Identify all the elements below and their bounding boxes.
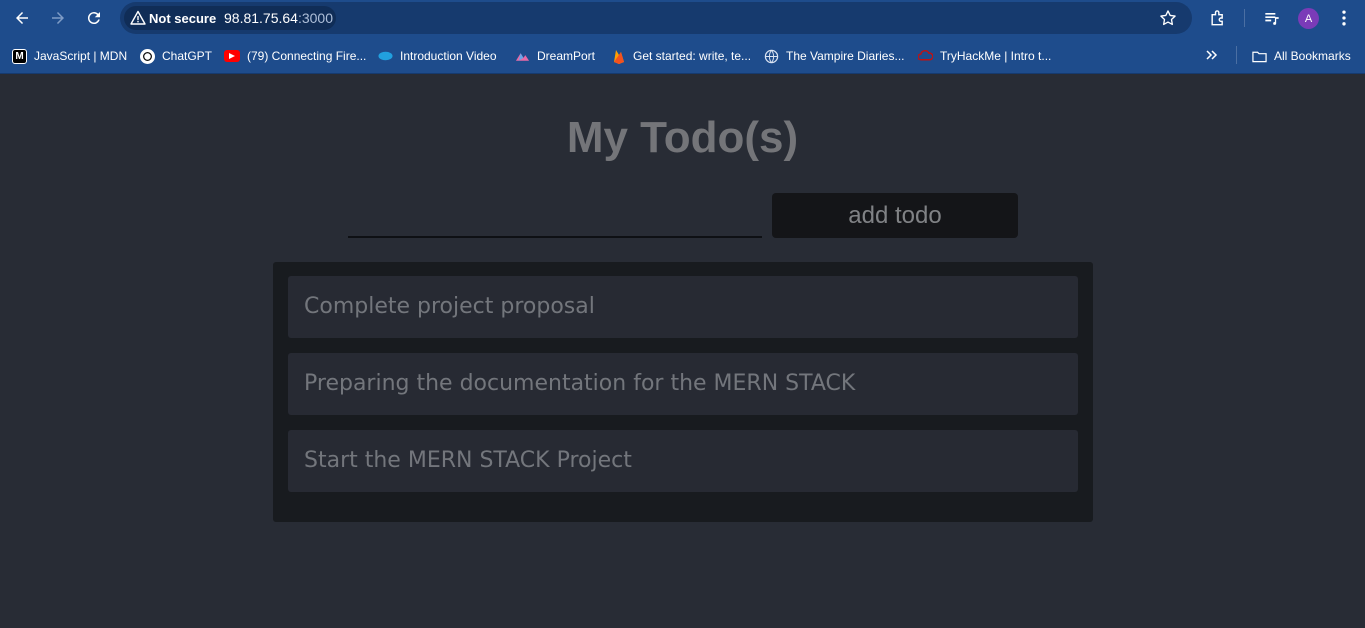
bookmark-label: ChatGPT [162, 49, 213, 63]
bookmark-label: Introduction Video [400, 49, 497, 63]
todo-item[interactable]: Start the MERN STACK Project [288, 430, 1078, 492]
address-bar[interactable]: Not secure 98.81.75.64:3000 [120, 2, 1192, 34]
bookmark-item[interactable]: Introduction Video [378, 47, 497, 65]
tryhackme-icon [918, 49, 933, 64]
forward-button[interactable] [46, 6, 70, 30]
reload-icon [87, 12, 100, 25]
todo-app: My Todo(s) add todo Complete project pro… [0, 75, 1365, 628]
bookmark-item[interactable]: M JavaScript | MDN [12, 47, 127, 65]
browser-toolbar: Not secure 98.81.75.64:3000 A [0, 0, 1365, 36]
forward-arrow-icon [52, 12, 64, 24]
bookmark-item[interactable]: ChatGPT [140, 47, 212, 65]
youtube-icon [224, 50, 240, 62]
todo-item[interactable]: Complete project proposal [288, 276, 1078, 338]
all-bookmarks-button[interactable]: All Bookmarks [1252, 47, 1351, 65]
all-bookmarks-label: All Bookmarks [1274, 49, 1351, 63]
bookmarks-bar: M JavaScript | MDN ChatGPT (79) Connecti… [0, 36, 1365, 74]
bookmarks-separator [1236, 46, 1237, 64]
security-label: Not secure [149, 11, 217, 26]
mdn-icon: M [12, 48, 27, 64]
bookmark-item[interactable]: TryHackMe | Intro t... [918, 47, 1051, 65]
back-button[interactable] [10, 6, 34, 30]
todo-list: Complete project proposal Preparing the … [273, 262, 1093, 522]
bookmark-label: JavaScript | MDN [34, 49, 128, 63]
bookmark-label: (79) Connecting Fire... [247, 49, 367, 63]
todo-item[interactable]: Preparing the documentation for the MERN… [288, 353, 1078, 415]
bookmark-item[interactable]: (79) Connecting Fire... [224, 47, 366, 65]
bookmark-star-icon[interactable] [1158, 8, 1178, 28]
reading-list-icon[interactable] [1262, 8, 1282, 28]
menu-kebab-icon[interactable] [1334, 8, 1354, 28]
bookmark-label: TryHackMe | Intro t... [940, 49, 1052, 63]
bookmark-item[interactable]: Get started: write, te... [611, 47, 751, 65]
dreamport-icon [515, 49, 530, 64]
todo-text: Start the MERN STACK Project [304, 448, 632, 473]
todo-text: Preparing the documentation for the MERN… [304, 371, 856, 396]
back-arrow-icon [16, 12, 28, 24]
bookmark-item[interactable]: DreamPort [515, 47, 595, 65]
url-host: 98.81.75.64 [224, 10, 298, 26]
globe-icon [764, 49, 779, 64]
add-todo-button[interactable]: add todo [772, 193, 1018, 238]
chatgpt-icon [140, 48, 155, 64]
bookmark-item[interactable]: The Vampire Diaries... [764, 47, 904, 65]
todo-text: Complete project proposal [304, 294, 595, 319]
salesforce-icon [378, 49, 393, 64]
reload-button[interactable] [82, 6, 106, 30]
bookmark-label: DreamPort [537, 49, 596, 63]
firebase-icon [611, 49, 626, 64]
more-bookmarks-icon[interactable] [1204, 47, 1220, 63]
url-text[interactable]: 98.81.75.64:3000 [224, 10, 333, 26]
bookmark-label: Get started: write, te... [633, 49, 752, 63]
toolbar-separator [1244, 9, 1245, 27]
url-port: :3000 [297, 10, 334, 26]
bookmark-label: The Vampire Diaries... [786, 49, 905, 63]
warning-icon [130, 10, 146, 25]
profile-avatar[interactable]: A [1298, 8, 1319, 29]
todo-input[interactable] [348, 198, 762, 238]
folder-icon [1252, 49, 1267, 64]
page-title: My Todo(s) [566, 113, 799, 162]
extensions-icon[interactable] [1208, 8, 1228, 28]
